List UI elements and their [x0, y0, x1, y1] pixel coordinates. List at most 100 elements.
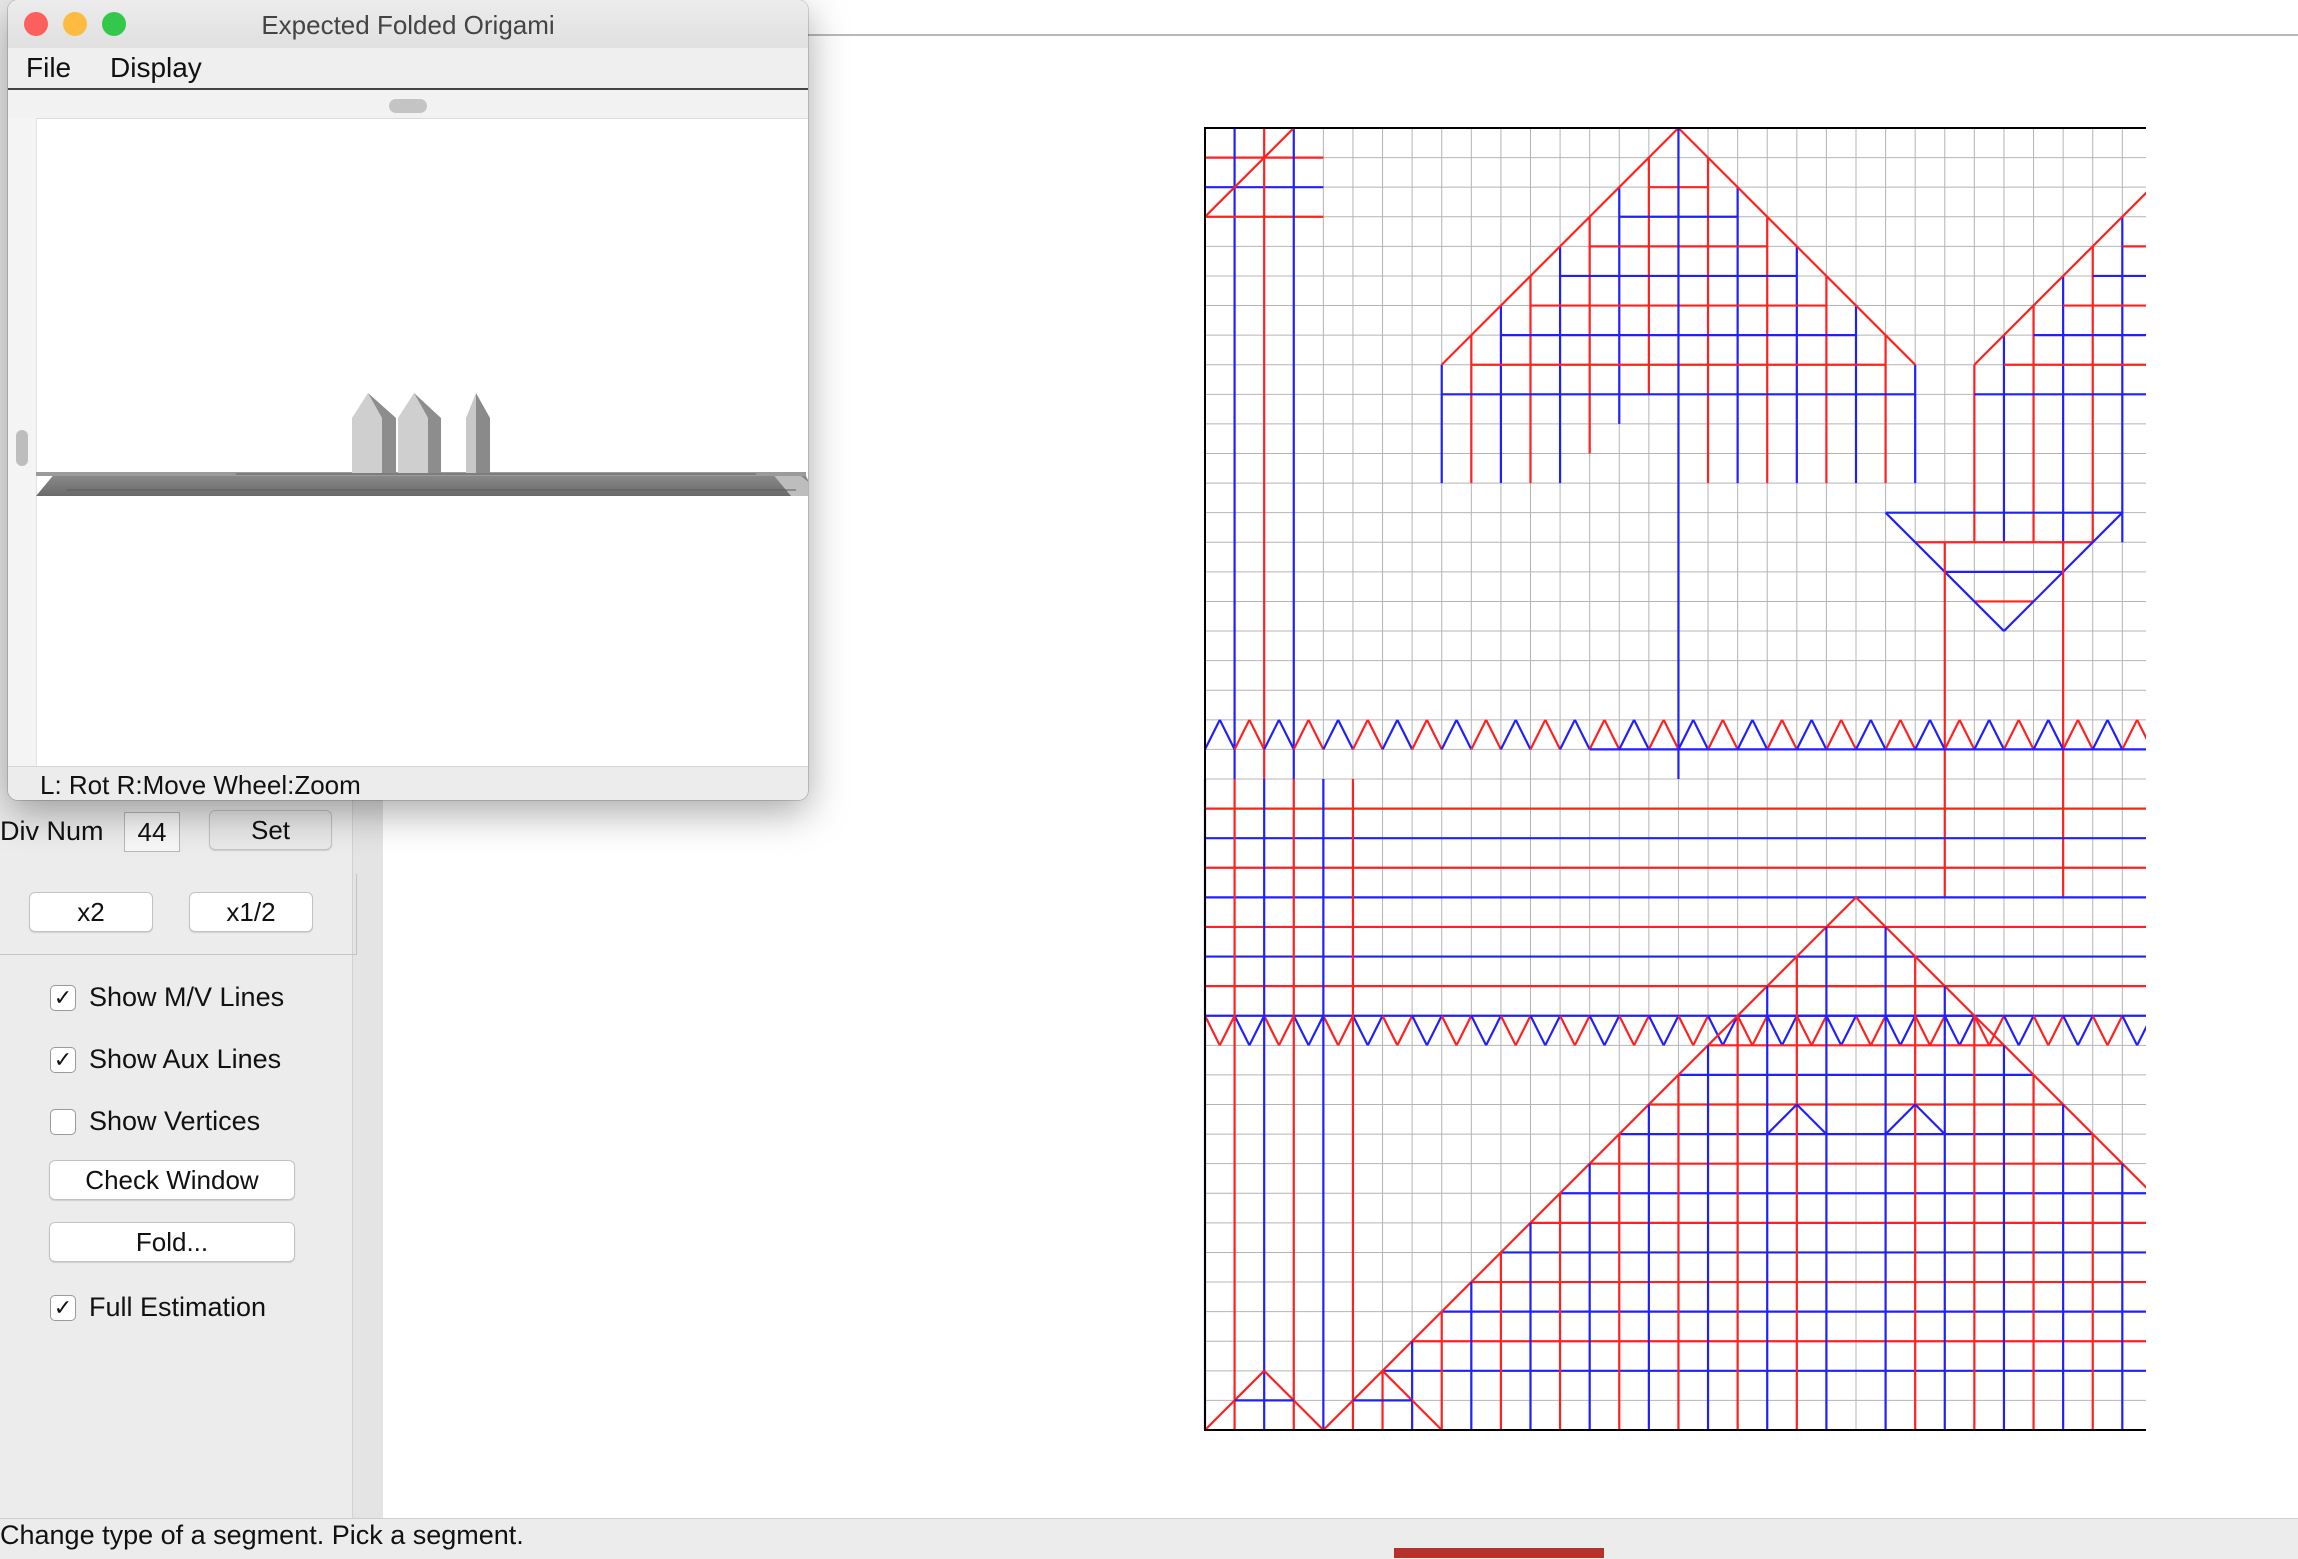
mountain-crease: [1455, 1015, 1473, 1046]
valley-crease: [1218, 719, 1236, 750]
valley-crease: [2062, 1015, 2079, 1046]
mountain-crease: [1529, 719, 1547, 750]
window-titlebar[interactable]: Expected Folded Origami: [8, 0, 808, 49]
mountain-crease: [1603, 719, 1621, 750]
valley-crease: [1914, 719, 1931, 750]
mountain-crease: [1351, 719, 1369, 750]
mountain-crease: [1958, 719, 1976, 750]
scrollbar-thumb[interactable]: [16, 430, 28, 466]
show-mv-lines-label: Show M/V Lines: [89, 982, 285, 1012]
mountain-crease: [1204, 1015, 1221, 1046]
mountain-crease: [1943, 719, 1961, 750]
mountain-crease: [1914, 1015, 1931, 1046]
mountain-crease: [1218, 1015, 1236, 1046]
double-grid-button[interactable]: x2: [29, 892, 153, 932]
checkmark-icon: ✓: [53, 985, 73, 1010]
folded-model-shape: [36, 393, 808, 496]
show-mv-lines-checkbox[interactable]: ✓: [50, 985, 76, 1011]
valley-crease: [1884, 1015, 1902, 1046]
vertical-scrollbar[interactable]: [8, 118, 37, 768]
mountain-crease: [2121, 719, 2139, 750]
mountain-crease: [1440, 1015, 1458, 1046]
checkmark-icon: ✓: [53, 1047, 73, 1072]
mountain-crease: [1988, 1015, 2005, 1046]
fold-button[interactable]: Fold...: [49, 1222, 295, 1262]
valley-crease: [1988, 719, 2005, 750]
valley-crease: [1766, 1103, 1798, 1135]
mountain-crease: [1277, 1015, 1295, 1046]
valley-crease: [1588, 1015, 1606, 1046]
mountain-crease: [2106, 1015, 2124, 1046]
div-num-label: Div Num: [0, 816, 104, 846]
valley-crease: [1292, 1015, 1310, 1046]
show-aux-lines-label: Show Aux Lines: [89, 1044, 282, 1074]
mountain-crease: [2047, 1015, 2065, 1046]
show-aux-lines-checkbox[interactable]: ✓: [50, 1047, 76, 1073]
mountain-crease: [2136, 719, 2146, 741]
valley-crease: [1618, 719, 1636, 750]
valley-crease: [1603, 1015, 1621, 1046]
mountain-crease: [1470, 719, 1488, 750]
status-message: Change type of a segment. Pick a segment…: [0, 1520, 524, 1550]
checkmark-icon: ✓: [53, 1295, 73, 1320]
valley-crease: [1470, 1015, 1488, 1046]
mountain-crease: [1411, 719, 1428, 750]
valley-crease: [1233, 1015, 1251, 1046]
valley-crease: [1573, 719, 1591, 750]
valley-crease: [2121, 1015, 2139, 1046]
valley-crease: [1647, 1015, 1665, 1046]
valley-crease: [1425, 1015, 1443, 1046]
full-estimation-checkbox[interactable]: ✓: [50, 1295, 76, 1321]
crease-pattern-drawing[interactable]: [822, 0, 2146, 1450]
mountain-crease: [2032, 1015, 2050, 1046]
split-divider[interactable]: [8, 90, 808, 119]
valley-crease: [1366, 1015, 1384, 1046]
valley-crease: [1455, 719, 1473, 750]
menu-file[interactable]: File: [26, 52, 71, 84]
mountain-crease: [2002, 719, 2020, 750]
mountain-crease: [1973, 1015, 1991, 1046]
valley-crease: [2136, 1025, 2146, 1046]
valley-crease: [1633, 719, 1650, 750]
mountain-crease: [2017, 719, 2035, 750]
mountain-crease: [1736, 1015, 1754, 1046]
valley-crease: [1499, 719, 1517, 750]
valley-crease: [1958, 1015, 1976, 1046]
mountain-crease: [1884, 719, 1902, 750]
valley-crease: [1485, 1015, 1502, 1046]
mountain-crease: [1248, 719, 1266, 750]
valley-crease: [1307, 1015, 1325, 1046]
valley-crease: [1411, 1015, 1428, 1046]
menu-display[interactable]: Display: [110, 52, 202, 84]
mountain-crease: [1795, 1015, 1813, 1046]
mountain-crease: [1692, 1015, 1710, 1046]
valley-crease: [1322, 719, 1340, 750]
mountain-crease: [1677, 1015, 1695, 1046]
mountain-crease: [1263, 1015, 1280, 1046]
controls-hint: L: Rot R:Move Wheel:Zoom: [40, 770, 361, 800]
valley-crease: [1766, 1015, 1784, 1046]
mountain-crease: [1307, 719, 1325, 750]
valley-crease: [1514, 719, 1532, 750]
valley-crease: [1781, 1015, 1798, 1046]
div-num-input[interactable]: 44: [124, 812, 180, 852]
mountain-crease: [1928, 1015, 1946, 1046]
folded-origami-window[interactable]: Expected Folded Origami File Display L: …: [8, 0, 808, 800]
show-vertices-checkbox[interactable]: [50, 1109, 76, 1135]
mountain-crease: [1899, 719, 1917, 750]
valley-crease: [1928, 719, 1946, 750]
mountain-crease: [1781, 719, 1798, 750]
half-grid-button[interactable]: x1/2: [189, 892, 313, 932]
valley-crease: [1707, 1015, 1724, 1046]
taskbar-fragment: [1394, 1548, 1604, 1558]
divider-handle-icon[interactable]: [389, 99, 427, 113]
mountain-crease: [1633, 1015, 1650, 1046]
mountain-crease: [1396, 1015, 1414, 1046]
folded-model-view[interactable]: [36, 118, 808, 766]
set-button[interactable]: Set: [209, 810, 332, 850]
mountain-crease: [1573, 1015, 1591, 1046]
valley-crease: [1751, 719, 1769, 750]
check-window-button[interactable]: Check Window: [49, 1160, 295, 1200]
valley-crease: [2047, 719, 2065, 750]
mountain-crease: [2091, 1015, 2109, 1046]
